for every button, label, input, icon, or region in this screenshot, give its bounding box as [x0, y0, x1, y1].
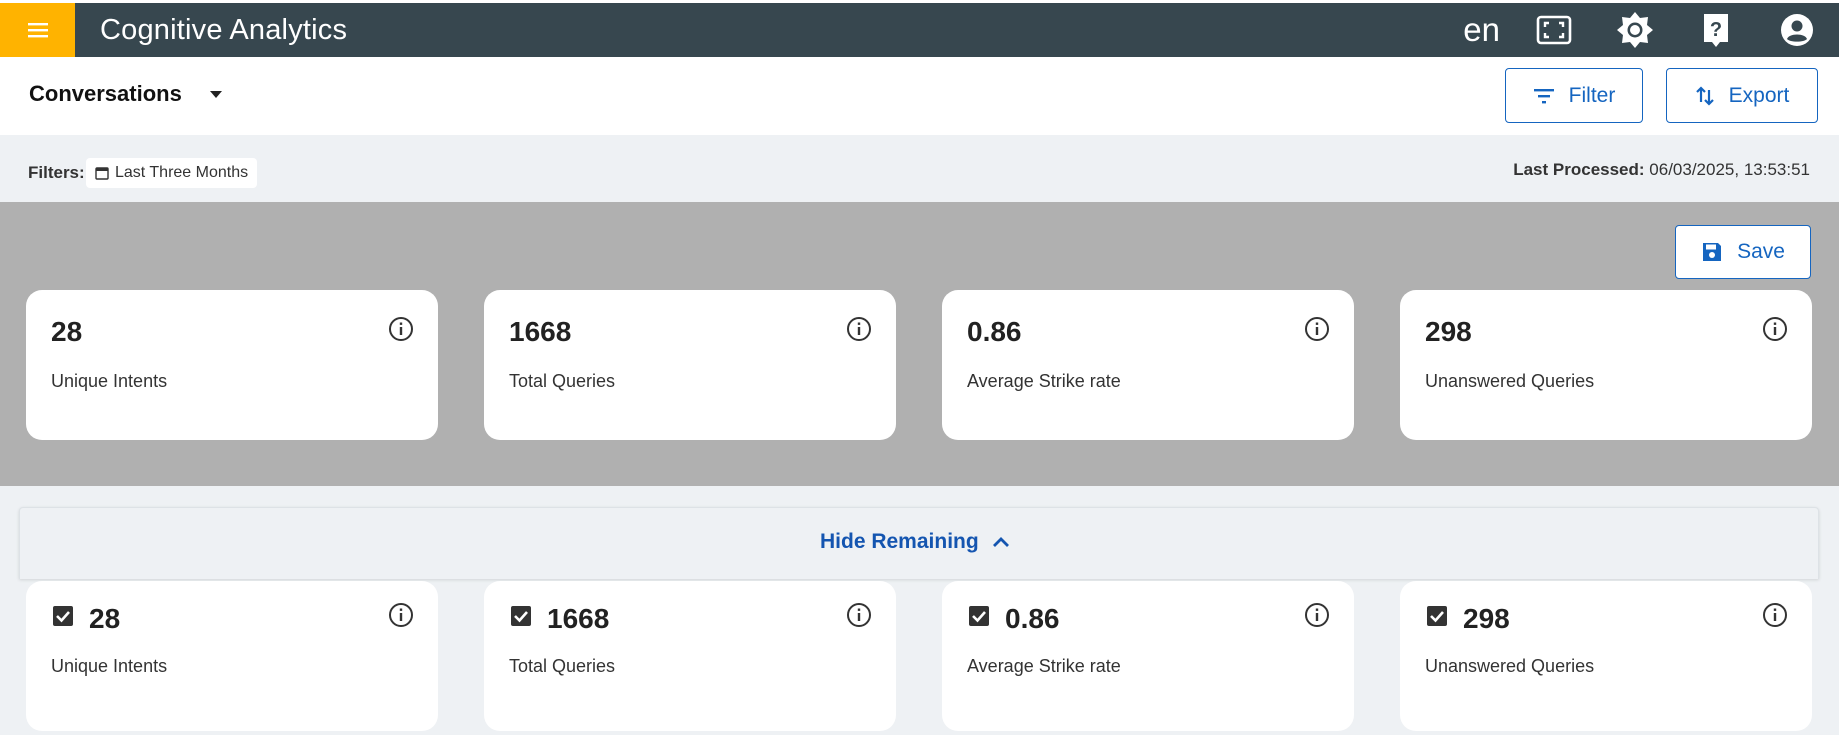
sub-header: Conversations Filter Export — [0, 57, 1839, 135]
info-icon[interactable] — [388, 316, 414, 342]
date-range-chip-label: Last Three Months — [115, 164, 249, 181]
account-button[interactable] — [1777, 10, 1817, 50]
hide-remaining-panel: Hide Remaining — [19, 507, 1819, 579]
sort-arrows-icon — [1695, 85, 1714, 106]
summary-card-label: Total Queries — [509, 371, 616, 391]
fullscreen-icon — [1536, 15, 1572, 45]
info-icon[interactable] — [1762, 602, 1788, 628]
selectable-card-value: 28 — [89, 603, 121, 634]
checkbox-checked-icon[interactable] — [967, 604, 991, 628]
checkbox-checked-icon[interactable] — [1425, 604, 1449, 628]
brightness-icon — [1617, 12, 1653, 48]
selectable-card-label: Unique Intents — [51, 656, 168, 676]
info-icon[interactable] — [1304, 316, 1330, 342]
selectable-card-label: Average Strike rate — [967, 656, 1121, 676]
filter-icon — [1533, 88, 1554, 103]
summary-card-unanswered-queries: 298 Unanswered Queries — [1400, 290, 1812, 440]
section-dropdown[interactable]: Conversations — [29, 81, 224, 107]
info-icon[interactable] — [1762, 316, 1788, 342]
last-processed-label: Last Processed: — [1513, 160, 1645, 179]
export-button[interactable]: Export — [1666, 68, 1818, 123]
theme-button[interactable] — [1615, 10, 1655, 50]
checkbox-checked-icon[interactable] — [51, 604, 75, 628]
menu-button[interactable] — [0, 3, 75, 57]
summary-area: Save 28 Unique Intents 1668 Total Querie… — [0, 202, 1839, 486]
summary-card-value: 298 — [1425, 316, 1472, 347]
summary-card-label: Average Strike rate — [967, 371, 1121, 391]
selectable-card-label: Unanswered Queries — [1425, 656, 1595, 676]
app-bar: Cognitive Analytics en ? — [0, 3, 1839, 57]
selectable-card-value: 0.86 — [1005, 603, 1060, 634]
metrics-selection-area: Hide Remaining 28 Unique Intents 1668 To… — [0, 486, 1839, 735]
filter-button-label: Filter — [1568, 83, 1616, 107]
info-icon[interactable] — [1304, 602, 1330, 628]
last-processed-value: 06/03/2025, 13:53:51 — [1649, 160, 1810, 179]
save-button[interactable]: Save — [1675, 225, 1811, 279]
account-icon — [1781, 14, 1813, 46]
selectable-card-unique-intents: 28 Unique Intents — [26, 581, 438, 731]
filter-button[interactable]: Filter — [1505, 68, 1643, 123]
hide-remaining-button[interactable]: Hide Remaining — [820, 530, 1011, 554]
checkbox-checked-icon[interactable] — [509, 604, 533, 628]
summary-card-label: Unique Intents — [51, 371, 168, 391]
export-button-label: Export — [1728, 83, 1790, 107]
app-title: Cognitive Analytics — [100, 13, 348, 46]
summary-card-unique-intents: 28 Unique Intents — [26, 290, 438, 440]
hamburger-icon — [27, 23, 48, 38]
hide-remaining-label: Hide Remaining — [820, 530, 979, 553]
info-icon[interactable] — [846, 602, 872, 628]
selectable-card-unanswered-queries: 298 Unanswered Queries — [1400, 581, 1812, 731]
section-dropdown-label: Conversations — [29, 81, 182, 106]
summary-card-value: 1668 — [509, 316, 572, 347]
fullscreen-button[interactable] — [1534, 10, 1574, 50]
language-selector[interactable]: en — [1463, 11, 1500, 49]
last-processed: Last Processed: 06/03/2025, 13:53:51 — [1513, 160, 1810, 180]
summary-card-total-queries: 1668 Total Queries — [484, 290, 896, 440]
summary-card-average-strike-rate: 0.86 Average Strike rate — [942, 290, 1354, 440]
summary-card-value: 0.86 — [967, 316, 1022, 347]
filters-label: Filters: — [28, 163, 85, 182]
help-icon: ? — [1704, 14, 1728, 47]
floppy-disk-icon — [1703, 243, 1722, 261]
chevron-up-icon — [992, 537, 1009, 547]
caret-down-icon — [209, 91, 222, 98]
filter-bar: Filters: Last Three Months Last Processe… — [0, 135, 1839, 202]
summary-card-value: 28 — [51, 316, 83, 347]
info-icon[interactable] — [846, 316, 872, 342]
svg-text:?: ? — [1710, 19, 1722, 41]
selectable-card-total-queries: 1668 Total Queries — [484, 581, 896, 731]
calendar-icon — [95, 167, 109, 180]
summary-card-label: Unanswered Queries — [1425, 371, 1595, 391]
selectable-card-average-strike-rate: 0.86 Average Strike rate — [942, 581, 1354, 731]
selectable-card-label: Total Queries — [509, 656, 616, 676]
info-icon[interactable] — [388, 602, 414, 628]
help-button[interactable]: ? — [1696, 10, 1736, 50]
save-button-label: Save — [1737, 240, 1785, 263]
date-range-chip[interactable]: Last Three Months — [86, 158, 258, 188]
selectable-card-value: 1668 — [547, 603, 610, 634]
selectable-card-value: 298 — [1463, 603, 1510, 634]
